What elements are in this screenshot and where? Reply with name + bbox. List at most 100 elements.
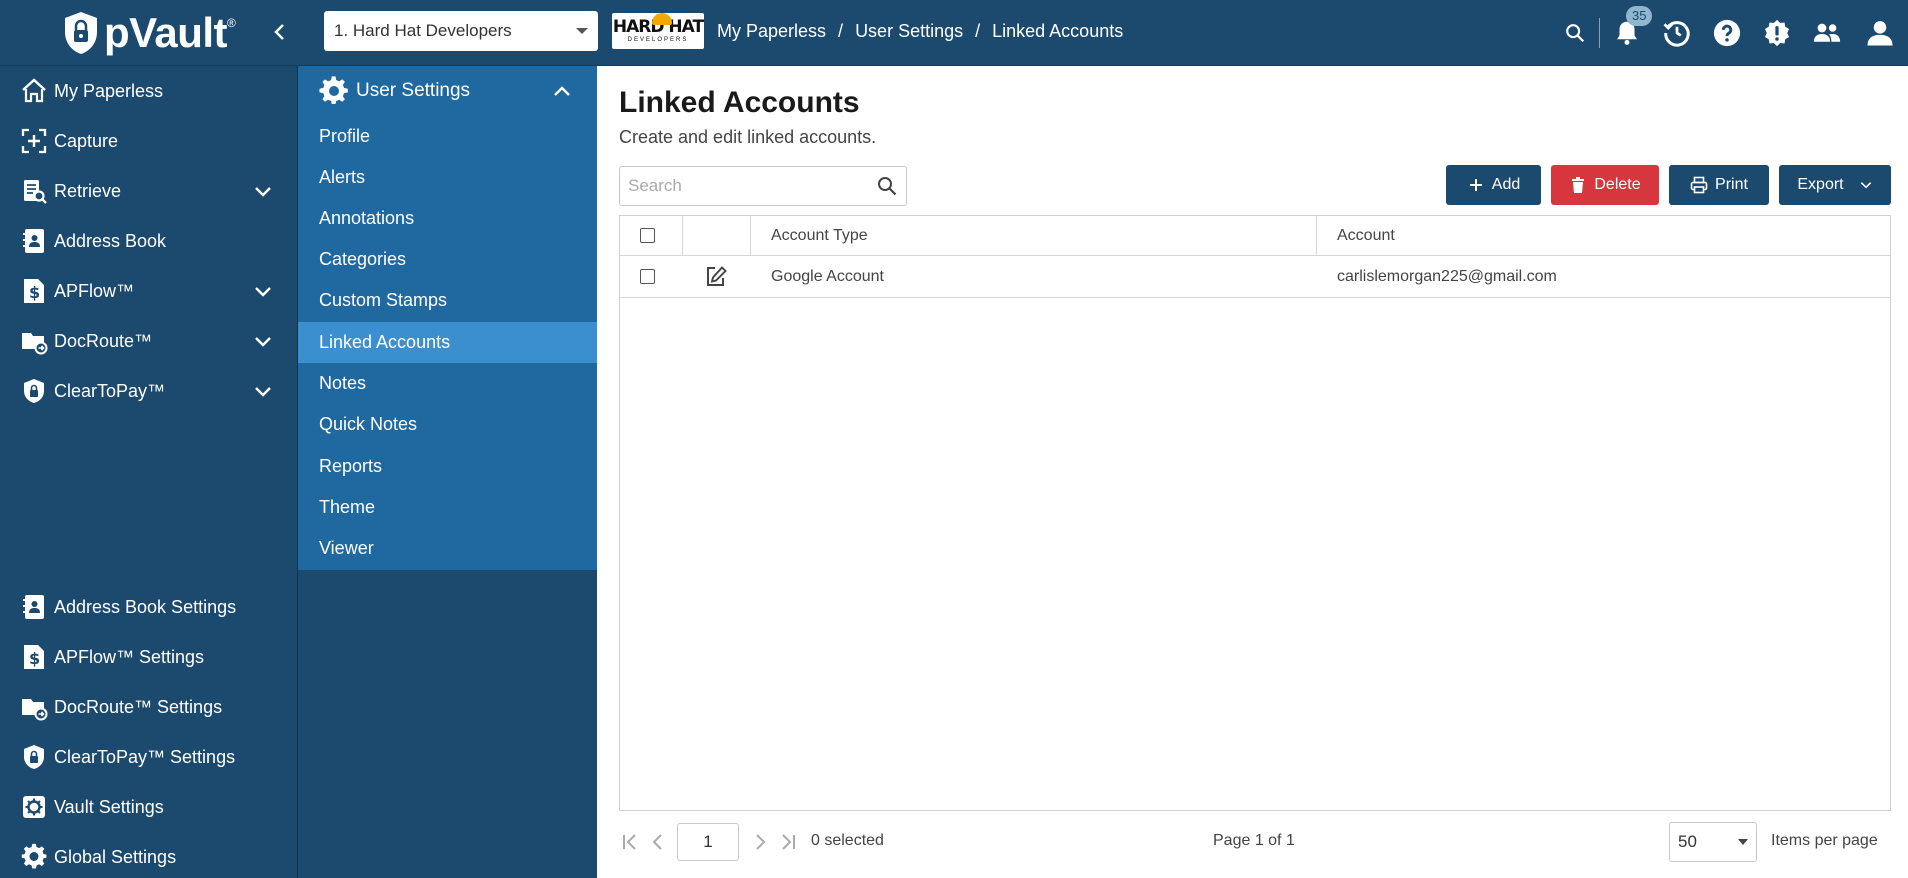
alert-icon xyxy=(1765,19,1789,47)
submenu-item-label: Notes xyxy=(319,373,367,393)
svg-text:$: $ xyxy=(29,283,40,302)
sidebar-item-retrieve[interactable]: Retrieve xyxy=(0,166,298,216)
history-button[interactable] xyxy=(1652,0,1702,66)
gear-icon xyxy=(20,792,48,822)
submenu-item-viewer[interactable]: Viewer xyxy=(298,528,597,569)
sidebar-item-address-book-settings[interactable]: Address Book Settings xyxy=(0,582,298,632)
items-per-page-select[interactable]: 50 xyxy=(1669,822,1757,862)
submenu-item-annotations[interactable]: Annotations xyxy=(298,198,597,239)
add-button-label: Add xyxy=(1491,176,1521,193)
help-button[interactable] xyxy=(1702,0,1752,66)
edit-icon[interactable] xyxy=(704,265,728,289)
previous-page-icon[interactable] xyxy=(647,831,669,853)
search-icon[interactable] xyxy=(876,175,898,197)
search-button[interactable] xyxy=(1553,0,1597,66)
chevron-down-icon xyxy=(255,337,271,347)
print-button-label: Print xyxy=(1715,176,1748,193)
sidebar-item-cleartopay[interactable]: ClearToPay™ xyxy=(0,366,298,416)
submenu-item-profile[interactable]: Profile xyxy=(298,116,597,157)
sidebar: My Paperless Capture Retrieve Address Bo… xyxy=(0,66,298,878)
sidebar-item-apflow-settings[interactable]: $ APFlow™ Settings xyxy=(0,632,298,682)
sidebar-item-capture[interactable]: Capture xyxy=(0,116,298,166)
table-row[interactable]: Google Account carlislemorgan225@gmail.c… xyxy=(620,256,1890,298)
breadcrumb-user-settings[interactable]: User Settings xyxy=(855,21,963,42)
row-select-cell xyxy=(640,256,655,297)
first-page-icon[interactable] xyxy=(619,831,641,853)
notification-count-badge: 35 xyxy=(1626,6,1653,26)
sidebar-item-docroute-settings[interactable]: DocRoute™ Settings xyxy=(0,682,298,732)
logo-text: pVault xyxy=(104,9,228,56)
capture-icon xyxy=(20,126,48,156)
sidebar-item-docroute[interactable]: DocRoute™ xyxy=(0,316,298,366)
folder-route-icon xyxy=(20,692,48,722)
search-input[interactable] xyxy=(628,176,868,196)
sidebar-item-label: APFlow™ xyxy=(54,280,135,301)
shield-lock-icon xyxy=(20,376,48,406)
user-settings-header[interactable]: User Settings xyxy=(298,66,597,116)
chevron-down-icon xyxy=(255,387,271,397)
submenu-item-theme[interactable]: Theme xyxy=(298,487,597,528)
user-settings-panel: User Settings Profile Alerts Annotations… xyxy=(298,66,597,570)
breadcrumb-my-paperless[interactable]: My Paperless xyxy=(717,21,826,42)
items-per-page-label: Items per page xyxy=(1771,832,1878,849)
sidebar-item-apflow[interactable]: $ APFlow™ xyxy=(0,266,298,316)
vault-select[interactable]: 1. Hard Hat Developers xyxy=(324,11,598,51)
selected-count: 0 selected xyxy=(811,832,884,849)
sidebar-item-label: My Paperless xyxy=(54,80,164,101)
notifications-button[interactable]: 35 xyxy=(1602,0,1653,66)
sidebar-item-global-settings[interactable]: Global Settings xyxy=(0,832,298,878)
profile-button[interactable] xyxy=(1852,0,1908,66)
sidebar-item-vault-settings[interactable]: Vault Settings xyxy=(0,782,298,832)
page-number-input[interactable] xyxy=(677,823,739,861)
column-divider xyxy=(1316,216,1317,255)
select-all-checkbox[interactable] xyxy=(640,228,655,243)
submenu-item-alerts[interactable]: Alerts xyxy=(298,157,597,198)
search-box xyxy=(619,166,907,206)
gear-icon xyxy=(319,76,348,104)
last-page-icon[interactable] xyxy=(777,831,799,853)
page-title: Linked Accounts xyxy=(619,86,860,119)
collapse-sidebar-button[interactable] xyxy=(268,18,292,46)
submenu-item-label: Annotations xyxy=(319,208,415,228)
users-button[interactable] xyxy=(1802,0,1852,66)
shield-lock-icon xyxy=(20,742,48,772)
search-icon xyxy=(1566,24,1585,43)
sidebar-item-label: Address Book xyxy=(54,230,167,251)
column-header-account[interactable]: Account xyxy=(1337,216,1395,255)
sidebar-item-label: Global Settings xyxy=(54,846,177,867)
submenu-item-linked-accounts[interactable]: Linked Accounts xyxy=(298,322,597,363)
sidebar-item-address-book[interactable]: Address Book xyxy=(0,216,298,266)
chevron-down-icon xyxy=(255,187,271,197)
submenu-item-notes[interactable]: Notes xyxy=(298,363,597,404)
submenu-item-custom-stamps[interactable]: Custom Stamps xyxy=(298,280,597,321)
accounts-table: Account Type Account Google Account carl… xyxy=(619,215,1891,811)
delete-button-label: Delete xyxy=(1594,176,1641,193)
submenu-item-quick-notes[interactable]: Quick Notes xyxy=(298,404,597,445)
delete-button[interactable]: Delete xyxy=(1551,165,1659,205)
logo-mark: ® xyxy=(227,16,236,30)
breadcrumb-linked-accounts[interactable]: Linked Accounts xyxy=(992,21,1123,42)
sidebar-item-label: ClearToPay™ Settings xyxy=(54,746,236,767)
sidebar-item-label: ClearToPay™ xyxy=(54,380,166,401)
address-book-icon xyxy=(20,226,48,256)
caret-down-icon xyxy=(576,28,588,34)
profile-icon xyxy=(1867,21,1893,46)
sidebar-item-label: Address Book Settings xyxy=(54,596,237,617)
column-header-account-type[interactable]: Account Type xyxy=(771,216,868,255)
submenu-item-categories[interactable]: Categories xyxy=(298,239,597,280)
export-button[interactable]: Export xyxy=(1779,165,1891,205)
sidebar-item-label: DocRoute™ Settings xyxy=(54,696,223,717)
next-page-icon[interactable] xyxy=(749,831,771,853)
page-info: Page 1 of 1 xyxy=(1213,832,1295,849)
chevron-up-icon xyxy=(554,86,570,96)
sidebar-item-cleartopay-settings[interactable]: ClearToPay™ Settings xyxy=(0,732,298,782)
app-logo[interactable]: pVault ® xyxy=(62,9,236,56)
sidebar-item-my-paperless[interactable]: My Paperless xyxy=(0,66,298,116)
row-checkbox[interactable] xyxy=(640,269,655,284)
add-button[interactable]: Add xyxy=(1446,165,1541,205)
column-divider xyxy=(750,216,751,255)
submenu-item-reports[interactable]: Reports xyxy=(298,446,597,487)
alerts-button[interactable] xyxy=(1752,0,1802,66)
print-button[interactable]: Print xyxy=(1669,165,1769,205)
address-book-icon xyxy=(20,592,48,622)
